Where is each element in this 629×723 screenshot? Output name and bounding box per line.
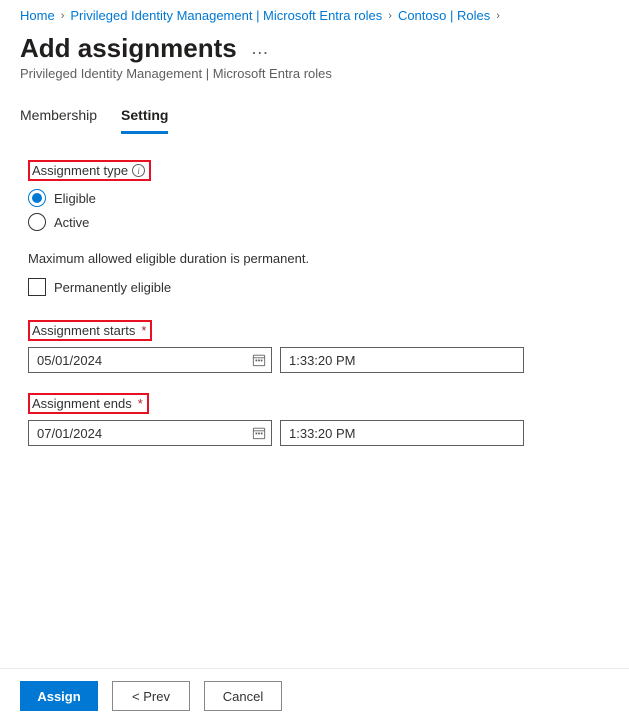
more-actions-button[interactable]: … [247, 38, 273, 59]
permanently-eligible-checkbox[interactable]: Permanently eligible [28, 278, 609, 296]
cancel-button[interactable]: Cancel [204, 681, 282, 711]
ends-date-input[interactable] [28, 420, 272, 446]
required-mark: * [141, 323, 146, 338]
assignment-starts-label: Assignment starts [32, 323, 135, 338]
radio-eligible-label: Eligible [54, 191, 96, 206]
radio-active[interactable]: Active [28, 213, 609, 231]
chevron-right-icon: › [496, 10, 500, 22]
radio-icon [28, 213, 46, 231]
assignment-ends-label: Assignment ends [32, 396, 132, 411]
radio-active-label: Active [54, 215, 89, 230]
prev-button[interactable]: < Prev [112, 681, 190, 711]
breadcrumb-link-home[interactable]: Home [20, 8, 55, 23]
required-mark: * [138, 396, 143, 411]
checkbox-icon [28, 278, 46, 296]
highlight-assignment-starts: Assignment starts * [28, 320, 152, 341]
highlight-assignment-ends: Assignment ends * [28, 393, 149, 414]
starts-time-input[interactable] [280, 347, 524, 373]
radio-eligible[interactable]: Eligible [28, 189, 609, 207]
ends-time-input[interactable] [280, 420, 524, 446]
max-duration-text: Maximum allowed eligible duration is per… [28, 251, 609, 266]
tab-membership[interactable]: Membership [20, 101, 97, 134]
permanently-eligible-label: Permanently eligible [54, 280, 171, 295]
assign-button[interactable]: Assign [20, 681, 98, 711]
chevron-right-icon: › [388, 10, 392, 22]
footer: Assign < Prev Cancel [0, 668, 629, 723]
radio-icon [28, 189, 46, 207]
starts-date-input[interactable] [28, 347, 272, 373]
page-subtitle: Privileged Identity Management | Microso… [20, 66, 609, 81]
page-title: Add assignments [20, 33, 237, 64]
assignment-type-group: Eligible Active [28, 189, 609, 231]
tabs: Membership Setting [20, 101, 609, 134]
info-icon[interactable]: i [132, 164, 145, 177]
breadcrumb-link-pim[interactable]: Privileged Identity Management | Microso… [70, 8, 382, 23]
breadcrumb-link-contoso[interactable]: Contoso | Roles [398, 8, 490, 23]
highlight-assignment-type: Assignment type i [28, 160, 151, 181]
assignment-type-label: Assignment type [32, 163, 128, 178]
breadcrumb: Home › Privileged Identity Management | … [20, 8, 609, 23]
tab-setting[interactable]: Setting [121, 101, 168, 134]
chevron-right-icon: › [61, 10, 65, 22]
